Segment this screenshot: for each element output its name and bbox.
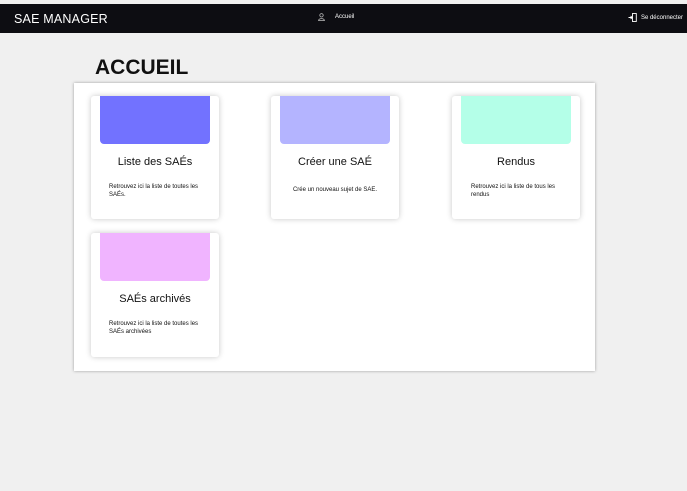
card-submissions[interactable]: Rendus Retrouvez ici la liste de tous le… (452, 96, 580, 219)
logout-button[interactable]: Se déconnecter (628, 13, 683, 22)
logout-icon (628, 13, 637, 22)
card-thumbnail (100, 233, 210, 281)
card-title: Créer une SAÉ (298, 156, 372, 168)
card-title: Liste des SAÉs (117, 156, 193, 168)
card-thumbnail (461, 96, 571, 144)
card-description: Retrouvez ici la liste de toutes les SAÉ… (109, 321, 199, 335)
card-description: Retrouvez ici la liste de toutes les SAÉ… (109, 184, 199, 198)
card-title: Rendus (497, 156, 535, 168)
logout-label: Se déconnecter (640, 14, 683, 21)
card-saes-list[interactable]: Liste des SAÉs Retrouvez ici la liste de… (91, 96, 219, 219)
nav-home-link[interactable]: Accueil (318, 13, 354, 21)
top-navbar: SAE MANAGER Accueil Se déconnecter (0, 4, 687, 33)
cards-panel: Liste des SAÉs Retrouvez ici la liste de… (74, 83, 595, 371)
card-title: SAÉs archivés (119, 293, 191, 305)
card-thumbnail (100, 96, 210, 144)
card-archived-saes[interactable]: SAÉs archivés Retrouvez ici la liste de … (91, 233, 219, 357)
card-create-sae[interactable]: Créer une SAÉ Crée un nouveau sujet de S… (271, 96, 399, 219)
app-brand[interactable]: SAE MANAGER (14, 12, 108, 26)
nav-home-label: Accueil (335, 14, 355, 20)
user-icon (318, 13, 325, 21)
card-description: Crée un nouveau sujet de SAE. (292, 187, 378, 193)
page-title: ACCUEIL (95, 56, 189, 79)
card-description: Retrouvez ici la liste de tous les rendu… (471, 184, 556, 198)
card-thumbnail (280, 96, 390, 144)
